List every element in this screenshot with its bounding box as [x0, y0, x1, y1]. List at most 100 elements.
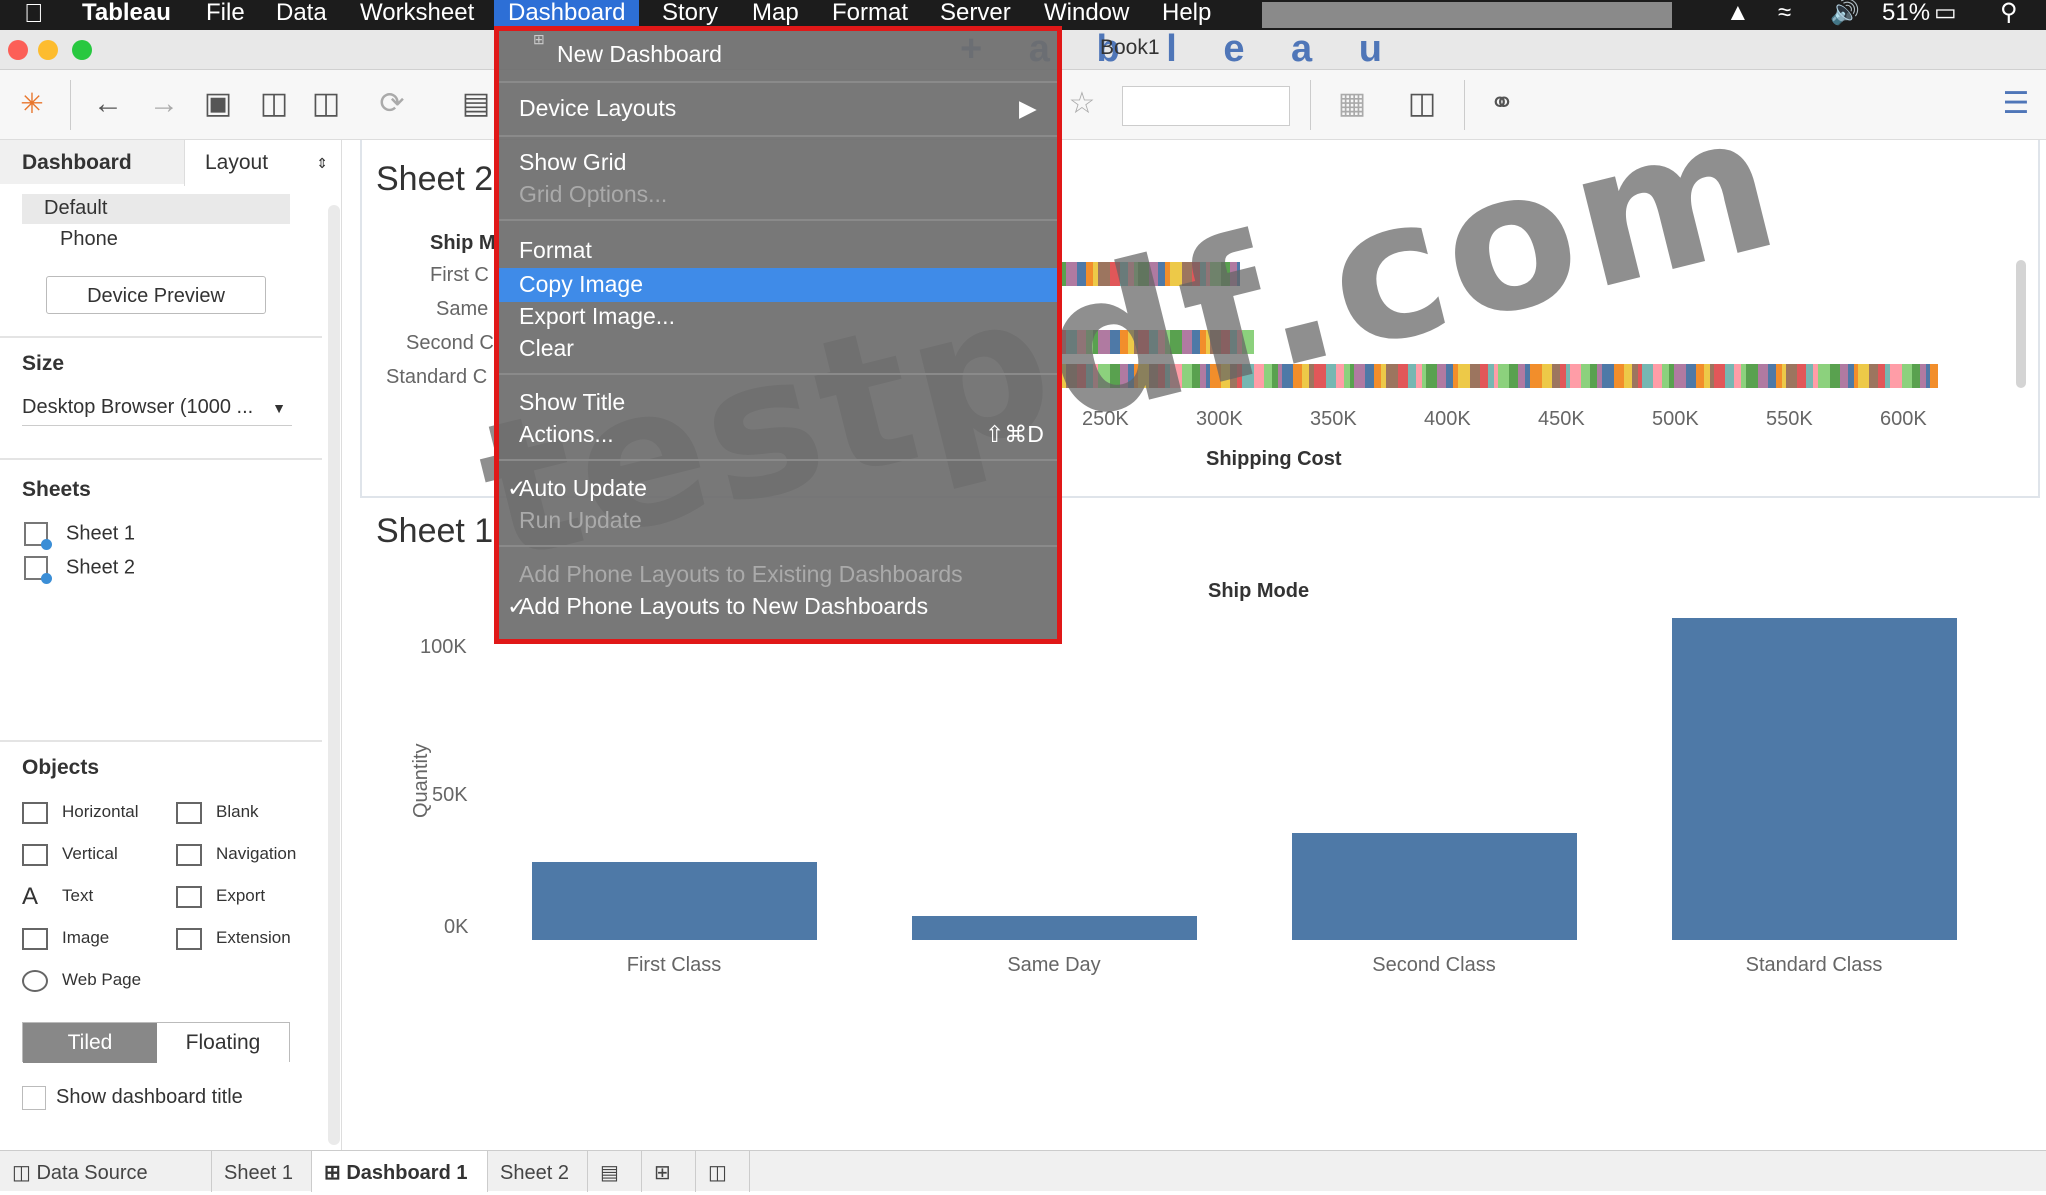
gantt-mark [1552, 364, 1560, 388]
object-vertical[interactable]: Vertical [22, 840, 118, 868]
toolbar-divider [70, 80, 71, 130]
menu-item-grid-options: Grid Options... [519, 181, 668, 207]
undo-icon[interactable]: ← [90, 86, 126, 122]
object-label: Web Page [62, 970, 142, 989]
x-category-label: First Class [626, 954, 722, 976]
floating-button[interactable]: Floating [157, 1023, 289, 1063]
close-window-button[interactable] [8, 40, 28, 60]
menu-item-clear[interactable]: Clear [519, 335, 574, 362]
menu-item-copy-image[interactable]: Copy Image [519, 271, 643, 298]
bar[interactable] [911, 915, 1197, 940]
sheet2-row-label: Standard C [386, 366, 488, 388]
menu-help[interactable]: Help [1162, 0, 1211, 30]
fit-dropdown[interactable] [1122, 86, 1290, 126]
pin-icon[interactable]: ☆ [1064, 86, 1100, 122]
new-data-source-icon[interactable]: ◫ [256, 86, 292, 122]
object-export[interactable]: Export [176, 882, 265, 910]
bar[interactable] [1291, 832, 1577, 940]
dashboard-icon: ⊞ [324, 1162, 347, 1184]
tab-sheet2[interactable]: Sheet 2 [488, 1151, 588, 1192]
zoom-window-button[interactable] [72, 40, 92, 60]
save-icon[interactable]: ▣ [200, 86, 236, 122]
show-title-checkbox[interactable] [22, 1086, 46, 1110]
new-dashboard-icon: ⊞ [533, 31, 545, 47]
presentation-mode-icon[interactable]: ◫ [1404, 86, 1440, 122]
tiled-floating-toggle: Tiled Floating [22, 1022, 290, 1063]
menu-item-export-image[interactable]: Export Image... [519, 303, 675, 330]
bar[interactable] [1671, 618, 1957, 940]
sheet-list-item[interactable]: Sheet 2 [24, 556, 135, 584]
new-worksheet-tab-icon[interactable]: ▤ [588, 1151, 642, 1192]
tab-data-source[interactable]: ◫ Data Source [0, 1151, 212, 1192]
minimize-window-button[interactable] [38, 40, 58, 60]
gantt-mark [1530, 364, 1542, 388]
menu-item-run-update: Run Update [519, 507, 642, 533]
size-dropdown[interactable]: Desktop Browser (1000 ... ▼ [22, 394, 292, 426]
x-tick-label: 600K [1880, 408, 1927, 430]
left-panel-scrollbar[interactable] [328, 205, 340, 1145]
menu-item-show-title[interactable]: Show Title [519, 389, 625, 416]
menu-item-new-dashboard[interactable]: New Dashboard [557, 41, 722, 68]
device-preview-button[interactable]: Device Preview [46, 276, 266, 314]
show-cards-icon[interactable]: ▦ [1334, 86, 1370, 122]
object-navigation[interactable]: Navigation [176, 840, 296, 868]
spotlight-search-icon[interactable]: ⚲ [2000, 0, 2018, 30]
object-image[interactable]: Image [22, 924, 109, 952]
object-horizontal[interactable]: Horizontal [22, 798, 139, 826]
sheet-list-item[interactable]: Sheet 1 [24, 522, 135, 550]
export-icon [176, 885, 202, 908]
object-web-page[interactable]: Web Page [22, 966, 141, 994]
pause-updates-icon[interactable]: ◫ [308, 86, 344, 122]
gantt-mark [1758, 364, 1768, 388]
menu-item-actions[interactable]: Actions... [519, 421, 614, 448]
apple-icon[interactable]:  [24, 0, 44, 30]
gantt-mark [1746, 364, 1758, 388]
object-label: Export [216, 886, 266, 905]
menu-tableau[interactable]: Tableau [82, 0, 171, 30]
menu-worksheet[interactable]: Worksheet [360, 0, 474, 30]
size-section-title: Size [22, 352, 65, 375]
menu-item-format[interactable]: Format [519, 237, 592, 264]
new-worksheet-icon[interactable]: ▤ [458, 86, 494, 122]
tiled-button[interactable]: Tiled [23, 1023, 157, 1063]
tab-dashboard[interactable]: Dashboard [0, 140, 184, 186]
tab-dashboard1[interactable]: ⊞ Dashboard 1 [312, 1151, 488, 1192]
gantt-mark [1581, 364, 1590, 388]
menu-item-show-grid[interactable]: Show Grid [519, 149, 626, 176]
x-tick-label: 550K [1766, 408, 1813, 430]
x-tick-label: 350K [1310, 408, 1357, 430]
device-phone-label[interactable]: Phone [60, 228, 118, 251]
share-icon[interactable]: ⚭ [1484, 86, 1520, 122]
airdrop-icon[interactable]: ▲ [1726, 0, 1750, 30]
device-default-row[interactable]: Default [22, 194, 290, 224]
x-category-label: Standard Class [1745, 954, 1883, 976]
menu-item-device-layouts[interactable]: Device Layouts [519, 95, 676, 122]
refresh-icon[interactable]: ⟳ [374, 86, 410, 122]
sheet-item-label: Sheet 2 [66, 556, 135, 579]
gantt-mark [1797, 364, 1806, 388]
bar[interactable] [531, 862, 817, 940]
object-text[interactable]: A Text [22, 882, 93, 910]
tab-sheet1[interactable]: Sheet 1 [212, 1151, 312, 1192]
tableau-logo-icon[interactable]: ✳ [14, 86, 50, 122]
tab-layout[interactable]: Layout ⇕ [184, 140, 342, 186]
gantt-mark [1498, 364, 1509, 388]
new-dashboard-tab-icon[interactable]: ⊞ [642, 1151, 696, 1192]
wifi-icon[interactable]: ≈ [1778, 0, 1791, 30]
object-blank[interactable]: Blank [176, 798, 259, 826]
sheet2-x-axis-title: Shipping Cost [1206, 448, 1342, 470]
volume-icon[interactable]: 🔊 [1830, 0, 1860, 30]
menu-file[interactable]: File [206, 0, 245, 30]
object-extension[interactable]: Extension [176, 924, 291, 952]
menu-data[interactable]: Data [276, 0, 327, 30]
extension-icon [176, 927, 202, 950]
gantt-mark [1674, 364, 1686, 388]
battery-icon[interactable]: ▭ [1934, 0, 1957, 30]
objects-section-title: Objects [22, 756, 100, 779]
menu-item-auto-update[interactable]: Auto Update [519, 475, 647, 502]
show-me-icon[interactable]: ☰ [1998, 86, 2034, 122]
sheet2-scrollbar[interactable] [2016, 260, 2026, 388]
redo-icon[interactable]: → [146, 86, 182, 122]
new-story-tab-icon[interactable]: ◫ [696, 1151, 750, 1192]
menu-item-add-phone-new[interactable]: Add Phone Layouts to New Dashboards [519, 593, 928, 620]
